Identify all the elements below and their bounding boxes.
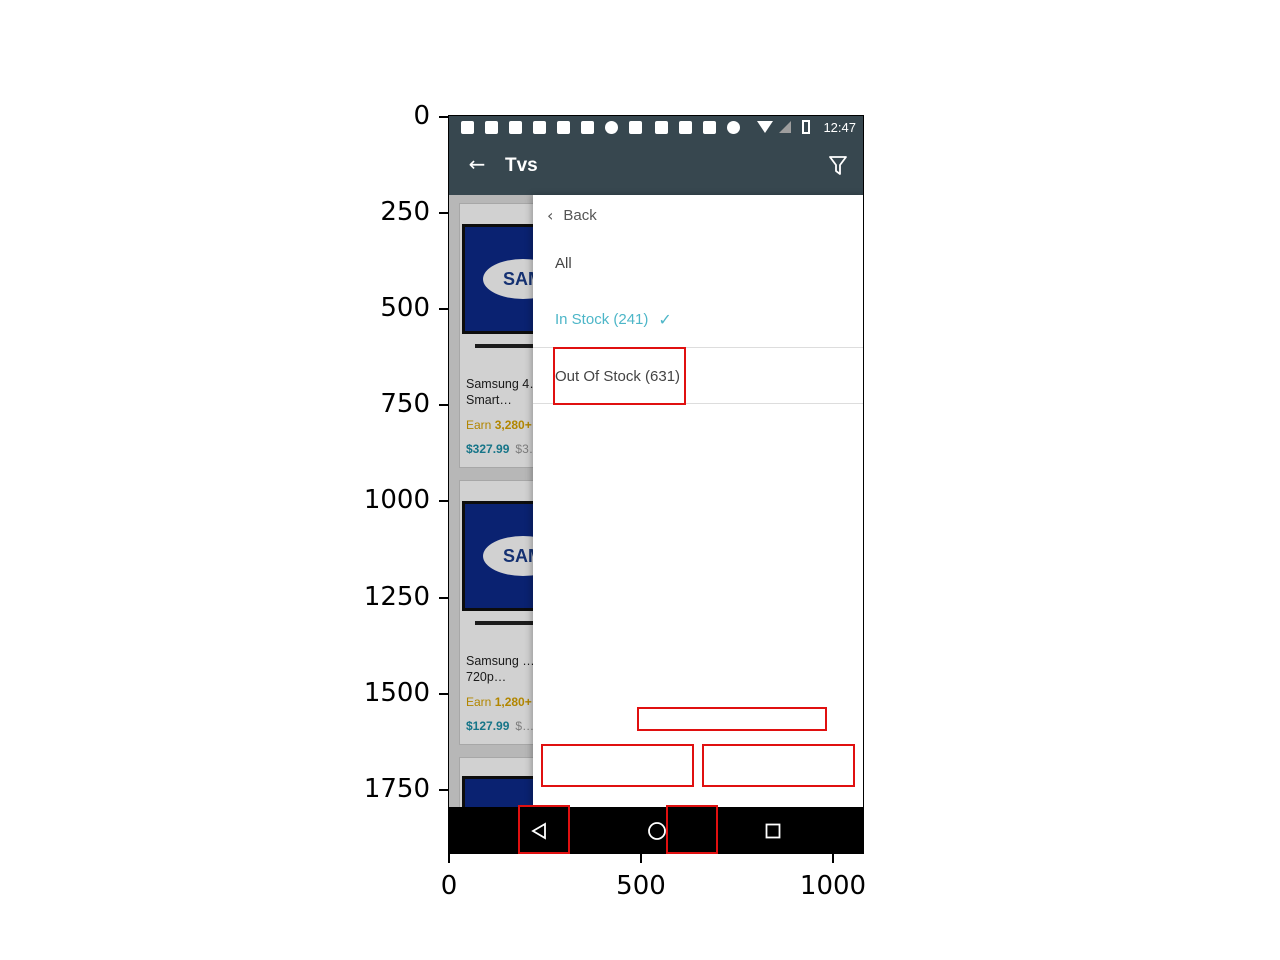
filter-option-all[interactable]: All bbox=[555, 235, 863, 291]
annotation-box bbox=[666, 805, 718, 854]
drawer-back-label: Back bbox=[563, 206, 597, 224]
signal-icon bbox=[779, 121, 791, 133]
y-tick-label: 1750 bbox=[363, 774, 430, 804]
x-tick-label: 1000 bbox=[799, 871, 867, 901]
filter-option-in-stock[interactable]: In Stock (241) ✓ bbox=[555, 291, 863, 347]
facebook-icon bbox=[461, 121, 474, 134]
arrow-left-icon[interactable]: ← bbox=[465, 152, 489, 176]
tools-icon bbox=[629, 121, 642, 134]
y-tick bbox=[439, 404, 448, 406]
figure: 0 250 500 750 1000 1250 1500 1750 0 500 … bbox=[0, 0, 1280, 960]
drawer-back-button[interactable]: ‹ Back bbox=[547, 203, 597, 227]
page-title: Tvs bbox=[505, 155, 538, 176]
status-time: 12:47 bbox=[823, 120, 856, 135]
y-tick-label: 1000 bbox=[363, 485, 430, 515]
x-tick-label: 0 bbox=[440, 871, 458, 901]
status-bar: 12:47 bbox=[449, 116, 863, 138]
navigation-bar bbox=[449, 807, 863, 853]
y-tick-label: 500 bbox=[380, 293, 430, 323]
x-tick bbox=[448, 854, 450, 863]
y-tick-label: 1250 bbox=[363, 582, 430, 612]
filter-icon[interactable] bbox=[829, 156, 847, 176]
wrench-icon bbox=[557, 121, 570, 134]
annotation-box bbox=[541, 744, 694, 787]
y-tick-label: 250 bbox=[380, 197, 430, 227]
nav-recents-icon[interactable] bbox=[733, 807, 813, 853]
x-tick-label: 500 bbox=[616, 871, 666, 901]
info-icon bbox=[605, 121, 618, 134]
clipboard-icon bbox=[679, 121, 692, 134]
facebook-icon bbox=[485, 121, 498, 134]
annotation-box bbox=[637, 707, 827, 731]
check-icon: ✓ bbox=[658, 309, 672, 329]
y-tick bbox=[439, 597, 448, 599]
wifi-icon bbox=[757, 121, 773, 133]
y-tick bbox=[439, 789, 448, 791]
facebook-icon bbox=[533, 121, 546, 134]
y-tick bbox=[439, 693, 448, 695]
filter-option-label: In Stock (241) bbox=[555, 310, 649, 328]
x-tick bbox=[640, 854, 642, 863]
filter-option-label: All bbox=[555, 254, 572, 272]
briefcase-icon bbox=[703, 121, 716, 134]
y-tick bbox=[439, 212, 448, 214]
y-tick bbox=[439, 308, 448, 310]
annotation-box bbox=[702, 744, 855, 787]
lock-icon bbox=[655, 121, 668, 134]
y-tick-label: 0 bbox=[413, 101, 430, 131]
y-tick bbox=[439, 500, 448, 502]
y-tick-label: 750 bbox=[380, 389, 430, 419]
app-bar: ← Tvs bbox=[449, 138, 863, 195]
annotation-box bbox=[518, 805, 570, 854]
annotation-box bbox=[553, 347, 686, 405]
chevron-left-icon: ‹ bbox=[547, 205, 554, 225]
android-icon bbox=[727, 121, 740, 134]
facebook-icon bbox=[581, 121, 594, 134]
facebook-icon bbox=[509, 121, 522, 134]
x-tick bbox=[832, 854, 834, 863]
y-tick-label: 1500 bbox=[363, 678, 430, 708]
y-tick bbox=[439, 116, 448, 118]
battery-icon bbox=[802, 120, 810, 134]
